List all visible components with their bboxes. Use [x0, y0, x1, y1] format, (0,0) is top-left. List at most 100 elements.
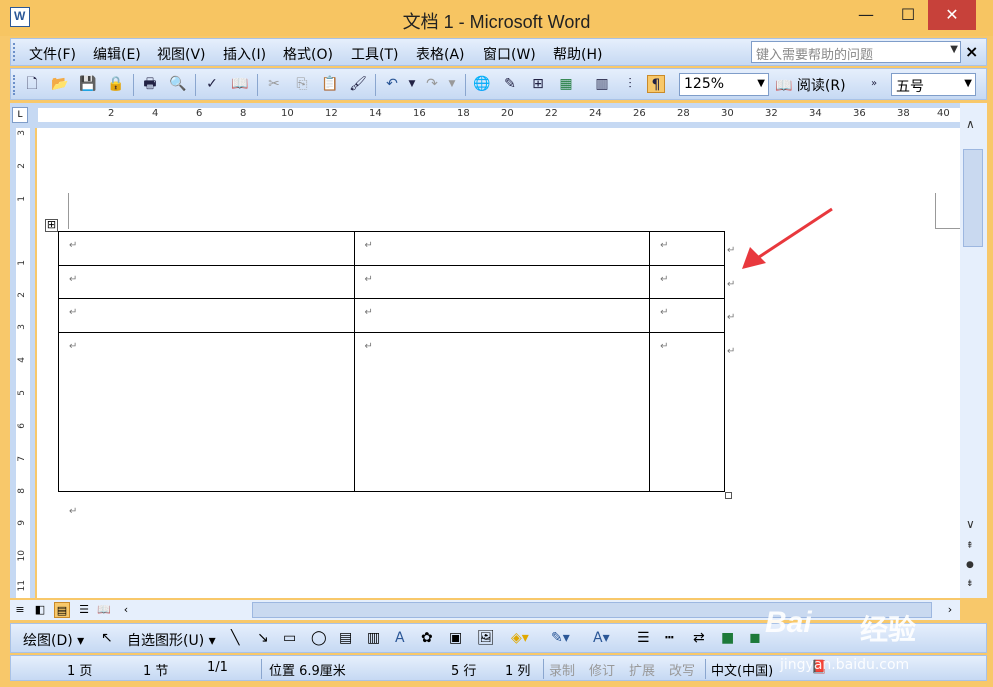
- new-icon[interactable]: 🗋: [23, 75, 41, 93]
- menu-tools[interactable]: 工具(T): [351, 44, 398, 64]
- menu-view[interactable]: 视图(V): [157, 44, 206, 64]
- close-button[interactable]: ✕: [928, 0, 976, 30]
- menu-help[interactable]: 帮助(H): [553, 44, 602, 64]
- toolbar-grip[interactable]: [13, 75, 16, 95]
- line-icon[interactable]: ╲: [231, 630, 239, 646]
- menu-edit[interactable]: 编辑(E): [93, 44, 141, 64]
- spelling-icon[interactable]: ✓: [203, 75, 221, 93]
- table-cell[interactable]: ↵: [353, 298, 651, 333]
- menu-table[interactable]: 表格(A): [416, 44, 465, 64]
- text-box-icon[interactable]: ▤: [339, 630, 352, 646]
- table-cell[interactable]: ↵: [353, 332, 651, 492]
- print-icon[interactable]: 🖶: [141, 75, 159, 93]
- scroll-right-icon[interactable]: ›: [942, 602, 958, 618]
- table-cell[interactable]: ↵: [649, 265, 725, 299]
- line-color-icon[interactable]: ✎▾: [551, 630, 570, 646]
- table-cell[interactable]: ↵: [58, 298, 355, 333]
- table-cell[interactable]: ↵: [58, 332, 355, 492]
- reading-view-icon[interactable]: 📖: [96, 602, 112, 618]
- toolbar-options-icon[interactable]: »: [865, 75, 883, 93]
- table-cell[interactable]: ↵: [58, 265, 355, 299]
- vertical-text-box-icon[interactable]: ▥: [367, 630, 380, 646]
- minimize-button[interactable]: —: [846, 0, 886, 30]
- status-language[interactable]: 中文(中国): [711, 660, 773, 679]
- read-button[interactable]: 📖 阅读(R): [775, 75, 846, 95]
- arrow-icon[interactable]: ↘: [257, 630, 269, 646]
- chevron-down-icon[interactable]: ▼: [950, 44, 958, 55]
- undo-icon[interactable]: ↶: [383, 75, 401, 93]
- dash-style-icon[interactable]: ┅: [665, 630, 673, 646]
- help-search-input[interactable]: 键入需要帮助的问题 ▼: [751, 41, 961, 63]
- columns-icon[interactable]: ▥: [593, 75, 611, 93]
- tab-selector-button[interactable]: L: [12, 107, 28, 123]
- scroll-thumb[interactable]: [963, 149, 983, 247]
- zoom-select[interactable]: 125% ▼: [679, 73, 769, 96]
- copy-icon[interactable]: ⎘: [293, 75, 311, 93]
- menu-format[interactable]: 格式(O): [283, 44, 333, 64]
- status-record[interactable]: 录制: [549, 660, 575, 679]
- shadow-style-icon[interactable]: ■: [721, 630, 734, 646]
- insert-excel-icon[interactable]: ▦: [557, 75, 575, 93]
- horizontal-scrollbar[interactable]: ≡ ◧ ▤ ☰ 📖 ‹ ›: [10, 600, 960, 620]
- document-map-icon[interactable]: ¶: [647, 75, 665, 93]
- print-layout-view-icon[interactable]: ▤: [54, 602, 70, 618]
- open-icon[interactable]: 📂: [51, 75, 69, 93]
- picture-icon[interactable]: 🖼: [477, 630, 495, 646]
- menu-insert[interactable]: 插入(I): [223, 44, 266, 64]
- document-close-button[interactable]: ×: [965, 42, 978, 61]
- maximize-button[interactable]: ☐: [888, 0, 928, 30]
- research-icon[interactable]: 📖: [231, 75, 249, 93]
- scroll-up-icon[interactable]: ∧: [966, 117, 975, 131]
- wordart-icon[interactable]: A: [395, 630, 405, 646]
- normal-view-icon[interactable]: ≡: [12, 602, 28, 618]
- menu-file[interactable]: 文件(F): [29, 44, 76, 64]
- hyperlink-icon[interactable]: 🌐: [473, 75, 491, 93]
- line-style-icon[interactable]: ☰: [637, 630, 650, 646]
- scroll-thumb[interactable]: [252, 602, 932, 618]
- web-view-icon[interactable]: ◧: [32, 602, 48, 618]
- scroll-down-icon[interactable]: ∨: [966, 517, 975, 531]
- status-overtype[interactable]: 改写: [669, 660, 695, 679]
- status-extend[interactable]: 扩展: [629, 660, 655, 679]
- horizontal-ruler[interactable]: L 2 4 6 8 10 12 14 16 18 20 22 24 26 28 …: [10, 103, 963, 128]
- drawing-icon[interactable]: ⫶: [621, 75, 639, 93]
- next-page-icon[interactable]: ⇟: [966, 579, 974, 589]
- status-track-changes[interactable]: 修订: [589, 660, 615, 679]
- autoshapes-button[interactable]: 自选图形(U) ▾: [127, 630, 216, 650]
- toolbar-grip[interactable]: [13, 43, 16, 61]
- select-objects-icon[interactable]: ↖: [101, 630, 113, 646]
- diagram-icon[interactable]: ✿: [421, 630, 433, 646]
- table-cell[interactable]: ↵: [649, 231, 725, 266]
- chevron-down-icon[interactable]: ▼: [757, 78, 765, 89]
- vertical-ruler[interactable]: 3 2 1 1 2 3 4 5 6 7 8 9 10 11: [10, 128, 35, 598]
- table-cell[interactable]: ↵: [649, 332, 725, 492]
- previous-page-icon[interactable]: ⇞: [966, 541, 974, 551]
- chevron-down-icon[interactable]: ▼: [403, 75, 421, 93]
- oval-icon[interactable]: ◯: [311, 630, 327, 646]
- font-size-select[interactable]: 五号 ▼: [891, 73, 976, 96]
- arrow-style-icon[interactable]: ⇄: [693, 630, 705, 646]
- save-icon[interactable]: 💾: [79, 75, 97, 93]
- outline-view-icon[interactable]: ☰: [76, 602, 92, 618]
- fill-color-icon[interactable]: ◈▾: [511, 630, 529, 646]
- 3d-style-icon[interactable]: ◼: [749, 630, 761, 646]
- print-preview-icon[interactable]: 🔍: [169, 75, 187, 93]
- table-cell[interactable]: ↵: [649, 298, 725, 333]
- table-cell[interactable]: ↵: [353, 265, 651, 299]
- table-resize-handle[interactable]: [725, 492, 732, 499]
- chevron-down-icon[interactable]: ▼: [443, 75, 461, 93]
- tables-borders-icon[interactable]: ✎: [501, 75, 519, 93]
- format-painter-icon[interactable]: 🖌: [349, 75, 367, 93]
- permission-icon[interactable]: 🔒: [107, 75, 125, 93]
- clip-art-icon[interactable]: ▣: [449, 630, 462, 646]
- document-page[interactable]: ⊞ ↵ ↵ ↵ ↵ ↵ ↵ ↵ ↵ ↵ ↵ ↵ ↵ ↵ ↵ ↵ ↵ ↵: [37, 128, 960, 598]
- font-color-icon[interactable]: A▾: [593, 630, 610, 646]
- table-cell[interactable]: ↵: [58, 231, 355, 266]
- draw-menu-button[interactable]: 绘图(D) ▾: [23, 630, 84, 650]
- document-table[interactable]: ↵ ↵ ↵ ↵ ↵ ↵ ↵ ↵ ↵ ↵ ↵ ↵: [58, 231, 725, 492]
- insert-table-icon[interactable]: ⊞: [529, 75, 547, 93]
- chevron-down-icon[interactable]: ▼: [964, 78, 972, 89]
- table-cell[interactable]: ↵: [353, 231, 651, 266]
- rectangle-icon[interactable]: ▭: [283, 630, 296, 646]
- vertical-scrollbar[interactable]: ∧ ∨ ⇞ ● ⇟: [960, 103, 987, 598]
